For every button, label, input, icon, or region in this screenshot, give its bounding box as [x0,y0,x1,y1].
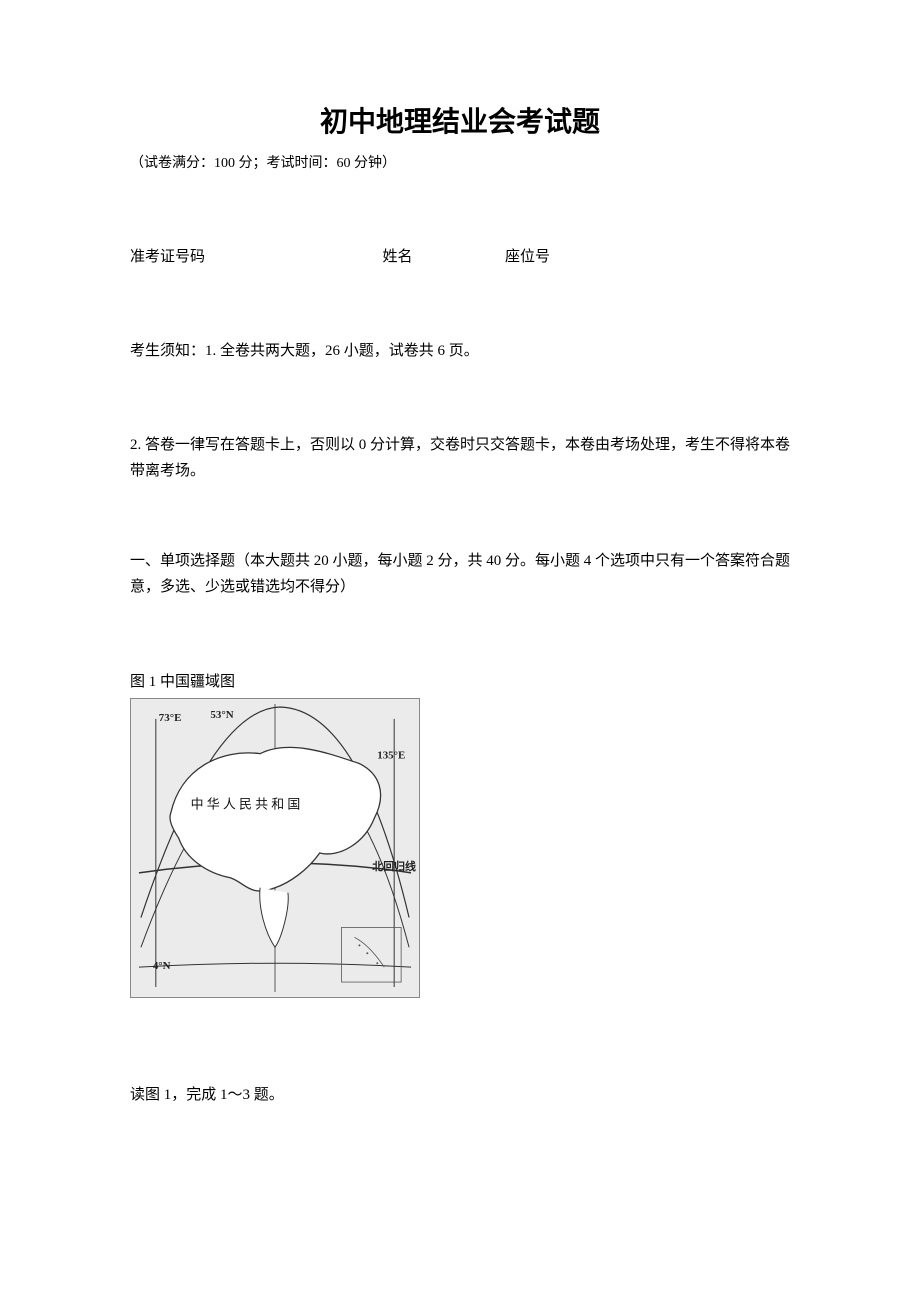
map-lat-bottom-label: 4°N [153,960,171,972]
question-reference-1-3: 读图 1，完成 1～3 题。 [130,1083,790,1107]
exam-id-label: 准考证号码 [130,245,205,269]
china-map-figure: 73°E 53°N 135°E 中 华 人 民 共 和 国 北回归线 4°N [130,698,420,998]
map-country-label: 中 华 人 民 共 和 国 [191,796,301,811]
figure-1-caption: 图 1 中国疆域图 [130,670,790,694]
section-1-heading: 一、单项选择题（本大题共 20 小题，每小题 2 分，共 40 分。每小题 4 … [130,549,790,600]
seat-label: 座位号 [505,245,550,269]
map-tropic-label: 北回归线 [372,859,416,873]
instructions-line-2: 2. 答卷一律写在答题卡上，否则以 0 分计算，交卷时只交答题卡，本卷由考场处理… [130,433,790,484]
exam-subtitle: （试卷满分：100 分；考试时间：60 分钟） [130,153,790,175]
map-lat-top-label: 53°N [210,709,233,721]
china-map-svg: 73°E 53°N 135°E 中 华 人 民 共 和 国 北回归线 4°N [131,699,419,997]
name-label: 姓名 [383,245,413,269]
candidate-info-row: 准考证号码 姓名 座位号 [130,245,790,269]
instructions-line-1: 考生须知：1. 全卷共两大题，26 小题，试卷共 6 页。 [130,339,790,363]
map-lon-right-label: 135°E [377,750,405,762]
map-lon-left-label: 73°E [159,712,182,724]
exam-title: 初中地理结业会考试题 [130,100,790,145]
